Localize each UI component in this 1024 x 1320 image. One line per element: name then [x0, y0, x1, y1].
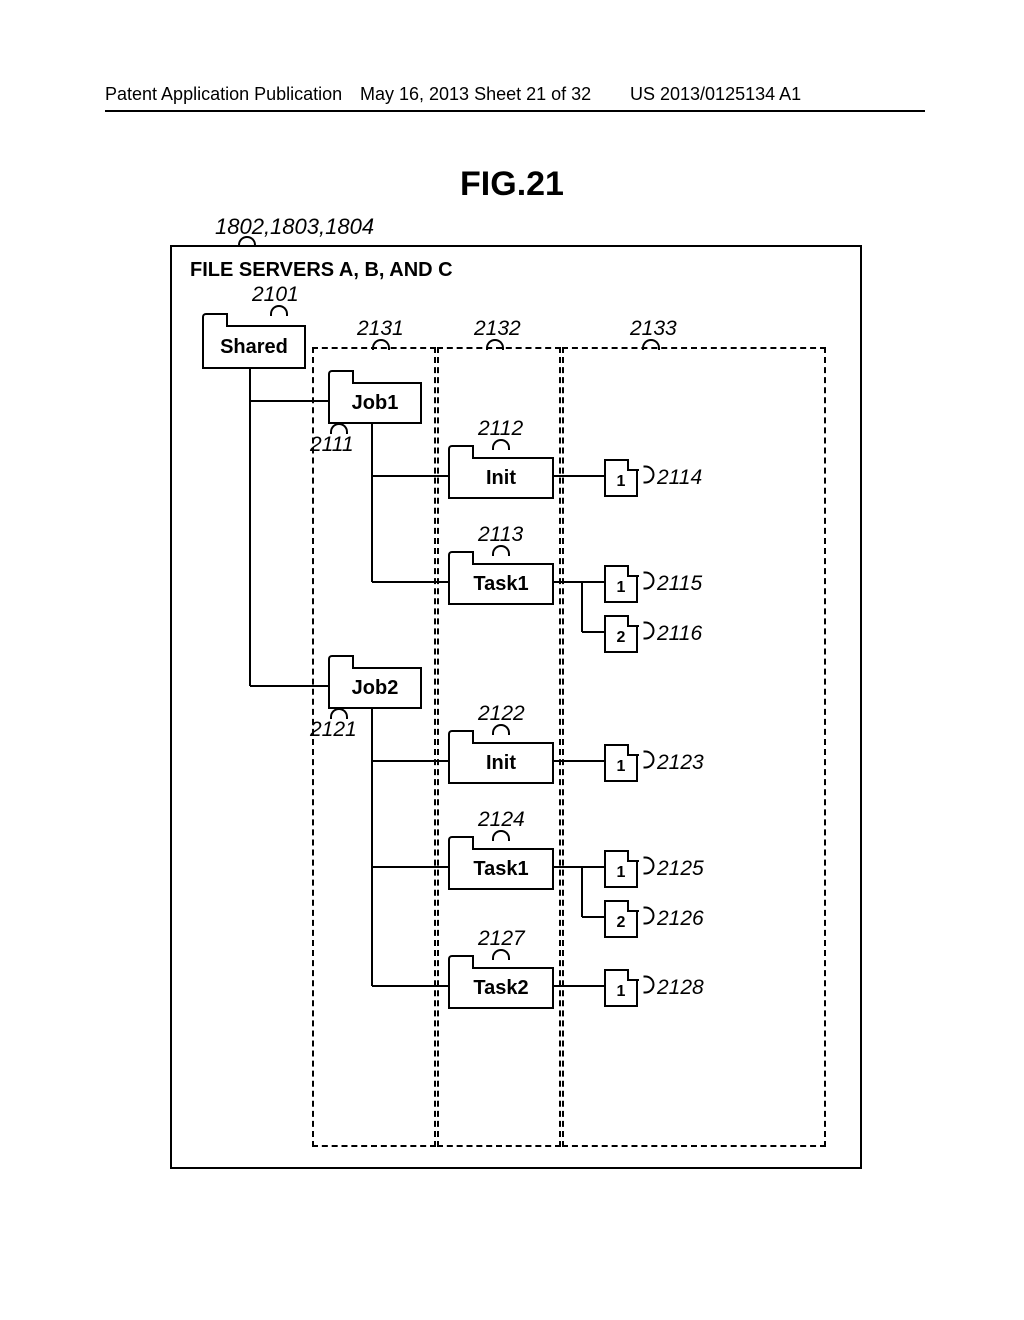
file-server-box: FILE SERVERS A, B, AND C 2101 2131 2132 …	[170, 245, 862, 1169]
folder-j1-task1: Task1	[448, 563, 550, 601]
file-2123: 1	[604, 744, 638, 782]
folder-j1-init-label: Init	[448, 457, 554, 499]
header-center: May 16, 2013 Sheet 21 of 32	[360, 84, 591, 105]
file-2116: 2	[604, 615, 638, 653]
folder-job2-label: Job2	[328, 667, 422, 709]
header-rule	[105, 110, 925, 112]
folder-j2-task2-label: Task2	[448, 967, 554, 1009]
file-2125: 1	[604, 850, 638, 888]
folder-job1-label: Job1	[328, 382, 422, 424]
header-right: US 2013/0125134 A1	[630, 84, 801, 105]
file-2114: 1	[604, 459, 638, 497]
folder-j1-task1-label: Task1	[448, 563, 554, 605]
file-2115: 1	[604, 565, 638, 603]
file-2128: 1	[604, 969, 638, 1007]
folder-j2-task1: Task1	[448, 848, 550, 886]
patent-page: Patent Application Publication May 16, 2…	[0, 0, 1024, 1320]
folder-j2-task1-label: Task1	[448, 848, 554, 890]
outer-box-ref: 1802,1803,1804	[215, 214, 374, 240]
folder-j2-init: Init	[448, 742, 550, 780]
tree-lines	[172, 247, 860, 1167]
folder-job2: Job2	[328, 667, 418, 705]
figure-title: FIG.21	[460, 165, 564, 204]
folder-j2-task2: Task2	[448, 967, 550, 1005]
header-left: Patent Application Publication	[105, 84, 342, 105]
folder-j1-init: Init	[448, 457, 550, 495]
folder-shared: Shared	[202, 325, 302, 365]
folder-job1: Job1	[328, 382, 418, 420]
folder-shared-label: Shared	[202, 325, 306, 369]
file-2126: 2	[604, 900, 638, 938]
folder-j2-init-label: Init	[448, 742, 554, 784]
